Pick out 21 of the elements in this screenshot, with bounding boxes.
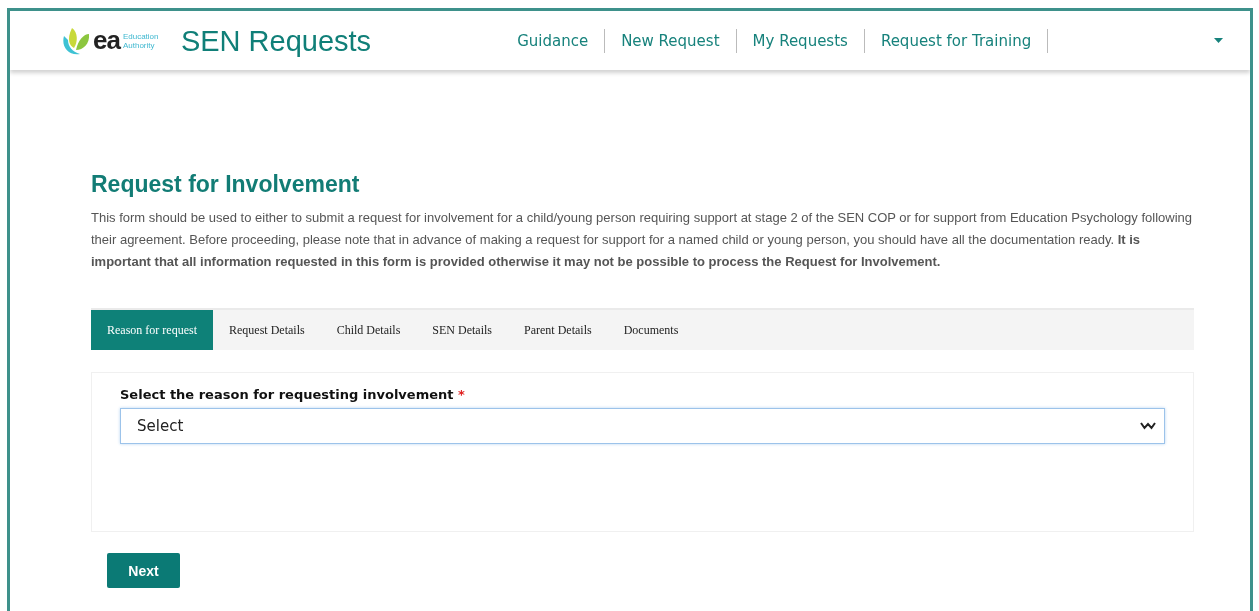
- intro-paragraph: This form should be used to either to submit a request for involvement for a child/young person requiring support at stage 2 of the SEN COP or for support from Education Psychology following their agreement. Before proceeding, please note that in advance of making a request for support for a named child or young person, you should have all the documentation ready. It is important that all information requested in this form is provided otherwise it may not be possible to process the Request for Involvement.: [91, 209, 1193, 271]
- caret-icon[interactable]: [1214, 38, 1223, 43]
- tab[interactable]: Parent Details: [508, 310, 608, 350]
- nav-link[interactable]: New Request: [605, 28, 737, 53]
- tab[interactable]: Child Details: [320, 310, 417, 350]
- tab[interactable]: SEN Details: [416, 310, 508, 350]
- page-title: Request for Involvement: [91, 171, 361, 198]
- next-button[interactable]: Next: [107, 553, 180, 588]
- chevron-down-icon: [1140, 422, 1156, 430]
- required-mark: *: [458, 387, 465, 402]
- logo-text: ea: [93, 25, 120, 56]
- reason-select[interactable]: Select: [120, 408, 1165, 444]
- tab[interactable]: Reason for request: [91, 310, 213, 350]
- nav-link[interactable]: Guidance: [517, 28, 606, 53]
- nav-link[interactable]: Request for Training: [864, 28, 1049, 53]
- app-title: SEN Requests: [180, 25, 372, 58]
- field-label: Select the reason for requesting involvement: [120, 387, 454, 402]
- logo-subtext: Education Authority: [122, 31, 160, 50]
- tab[interactable]: Documents: [607, 310, 695, 350]
- tab[interactable]: Request Details: [213, 310, 321, 350]
- nav-link[interactable]: My Requests: [736, 28, 865, 53]
